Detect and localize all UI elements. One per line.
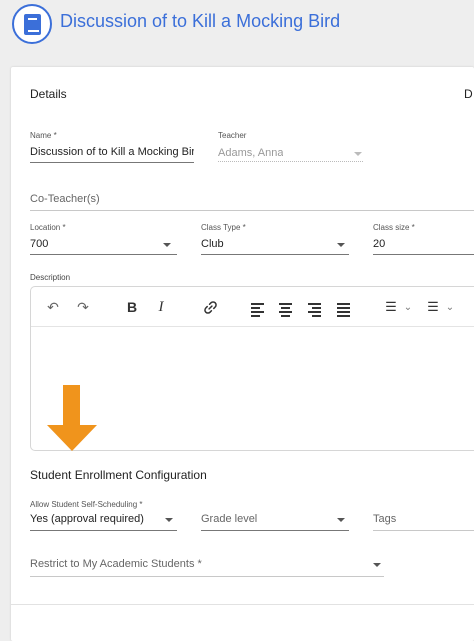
location-value: 700 [30,238,49,250]
restrict-dropdown-icon[interactable] [373,563,381,567]
class-type-select[interactable]: Class Type * Club [201,223,349,255]
name-field[interactable]: Name * Discussion of to Kill a Mocking B… [30,131,194,165]
bold-button[interactable]: B [124,297,140,317]
class-form-card: Details D Name * Discussion of to Kill a… [11,67,474,641]
teacher-underline [218,161,363,162]
teacher-input: Adams, Anna [218,147,284,159]
numbered-list-icon[interactable]: ☰ [425,297,441,317]
details-edge-label: D [464,87,473,101]
name-underline [30,162,194,163]
tags-input[interactable]: Tags [373,513,396,525]
page-header: Discussion of to Kill a Mocking Bird [0,0,474,46]
teacher-dropdown-icon [354,152,362,156]
self-scheduling-value: Yes (approval required) [30,513,144,525]
details-heading: Details [30,87,67,101]
link-icon[interactable] [201,297,219,317]
location-dropdown-icon[interactable] [163,243,171,247]
class-type-label: Class Type * [201,223,246,232]
undo-icon[interactable]: ↶ [45,297,61,317]
down-arrow-head [47,425,97,451]
self-scheduling-select[interactable]: Allow Student Self-Scheduling * Yes (app… [30,500,177,532]
align-left-icon[interactable] [251,303,264,319]
location-underline [30,254,177,255]
align-center-icon[interactable] [279,303,292,319]
grade-level-select[interactable]: Grade level [201,500,349,532]
class-type-underline [201,254,349,255]
class-type-value: Club [201,238,224,250]
book-icon [12,4,52,44]
name-input[interactable]: Discussion of to Kill a Mocking Bird [30,146,194,158]
location-label: Location * [30,223,66,232]
class-size-input[interactable]: 20 [373,238,385,250]
align-right-icon[interactable] [308,303,321,319]
bullet-list-chevron-icon[interactable]: ⌄ [403,297,413,317]
align-justify-icon[interactable] [337,303,350,319]
self-scheduling-dropdown-icon[interactable] [165,518,173,522]
page-title: Discussion of to Kill a Mocking Bird [60,11,341,31]
location-select[interactable]: Location * 700 [30,223,177,255]
tags-underline [373,530,474,531]
teacher-label: Teacher [218,131,247,140]
class-size-field[interactable]: Class size * 20 [373,223,474,255]
name-label: Name * [30,131,57,140]
tags-field[interactable]: Tags [373,500,474,532]
grade-level-underline [201,530,349,531]
self-scheduling-underline [30,530,177,531]
restrict-select[interactable]: Restrict to My Academic Students * [30,553,384,577]
italic-button[interactable]: I [154,297,168,317]
down-arrow-icon [63,385,80,427]
editor-toolbar: ↶ ↷ B I ☰ ⌄ ☰ ⌄ [31,287,474,327]
self-scheduling-label: Allow Student Self-Scheduling * [30,500,143,509]
enrollment-section-title: Student Enrollment Configuration [30,468,207,482]
class-size-label: Class size * [373,223,415,232]
description-label: Description [30,273,71,282]
grade-level-placeholder: Grade level [201,513,258,525]
class-size-underline [373,254,474,255]
co-teacher-underline [30,210,474,211]
footer-divider [11,604,474,605]
numbered-list-chevron-icon[interactable]: ⌄ [445,297,455,317]
class-type-dropdown-icon[interactable] [337,243,345,247]
teacher-field: Teacher Adams, Anna [218,131,363,165]
grade-level-dropdown-icon[interactable] [337,518,345,522]
co-teacher-field[interactable]: Co-Teacher(s) [30,189,474,211]
restrict-underline [30,576,384,577]
co-teacher-input[interactable]: Co-Teacher(s) [30,193,100,205]
restrict-placeholder: Restrict to My Academic Students * [30,558,202,570]
bullet-list-icon[interactable]: ☰ [383,297,399,317]
redo-icon[interactable]: ↷ [75,297,91,317]
